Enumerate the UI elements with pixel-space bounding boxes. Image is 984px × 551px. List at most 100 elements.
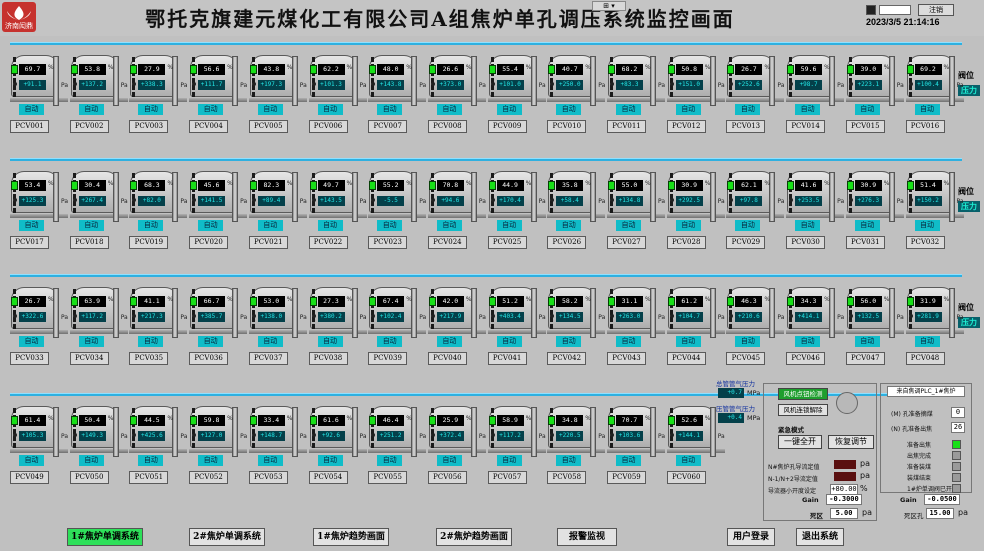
auto-mode-button[interactable]: 自动 [78, 455, 104, 466]
auto-mode-button[interactable]: 自动 [377, 455, 403, 466]
auto-mode-button[interactable]: 自动 [496, 455, 522, 466]
valve-id-button[interactable]: PCV056 [427, 471, 467, 484]
auto-mode-button[interactable]: 自动 [496, 336, 522, 347]
auto-mode-button[interactable]: 自动 [78, 336, 104, 347]
valve-id-button[interactable]: PCV041 [487, 352, 527, 365]
auto-mode-button[interactable]: 自动 [19, 455, 44, 466]
valve-id-button[interactable]: PCV031 [845, 236, 885, 249]
auto-mode-button[interactable]: 自动 [556, 336, 582, 347]
valve-id-button[interactable]: PCV039 [368, 352, 408, 365]
auto-mode-button[interactable]: 自动 [735, 220, 761, 231]
auto-mode-button[interactable]: 自动 [317, 220, 343, 231]
auto-mode-button[interactable]: 自动 [616, 220, 641, 231]
view-dropdown[interactable]: ⊞ ▾ [592, 1, 626, 11]
valve-id-button[interactable]: PCV019 [129, 236, 169, 249]
fan-check-button[interactable]: 风机点钮检测 [778, 388, 828, 400]
valve-id-button[interactable]: PCV028 [666, 236, 706, 249]
valve-id-button[interactable]: PCV043 [607, 352, 646, 365]
valve-id-button[interactable]: PCV016 [905, 120, 945, 133]
valve-id-button[interactable]: PCV037 [248, 352, 288, 365]
valve-id-button[interactable]: PCV006 [308, 120, 348, 133]
valve-id-button[interactable]: PCV012 [666, 120, 706, 133]
valve-id-button[interactable]: PCV042 [547, 352, 587, 365]
logout-button[interactable]: 注销 [918, 4, 954, 16]
valve-id-button[interactable]: PCV018 [69, 236, 109, 249]
auto-mode-button[interactable]: 自动 [198, 104, 224, 115]
valve-id-button[interactable]: PCV007 [368, 120, 408, 133]
auto-mode-button[interactable]: 自动 [138, 336, 164, 347]
auto-mode-button[interactable]: 自动 [377, 220, 403, 231]
auto-mode-button[interactable]: 自动 [854, 104, 880, 115]
auto-mode-button[interactable]: 自动 [138, 455, 164, 466]
auto-mode-button[interactable]: 自动 [795, 104, 821, 115]
auto-mode-button[interactable]: 自动 [78, 220, 104, 231]
valve-id-button[interactable]: PCV029 [726, 236, 766, 249]
valve-id-button[interactable]: PCV057 [487, 471, 527, 484]
auto-mode-button[interactable]: 自动 [19, 220, 44, 231]
auto-mode-button[interactable]: 自动 [735, 336, 761, 347]
auto-mode-button[interactable]: 自动 [556, 220, 582, 231]
valve-id-button[interactable]: PCV025 [487, 236, 527, 249]
nav-button-5[interactable]: 报警监视 [557, 528, 617, 546]
valve-id-button[interactable]: PCV053 [248, 471, 288, 484]
auto-mode-button[interactable]: 自动 [436, 104, 462, 115]
valve-id-button[interactable]: PCV038 [308, 352, 348, 365]
valve-id-button[interactable]: PCV052 [189, 471, 229, 484]
valve-id-button[interactable]: PCV020 [189, 236, 229, 249]
auto-mode-button[interactable]: 自动 [317, 336, 343, 347]
valve-id-button[interactable]: PCV036 [189, 352, 229, 365]
nav-button-6[interactable]: 用户登录 [727, 528, 775, 546]
auto-mode-button[interactable]: 自动 [795, 336, 821, 347]
auto-mode-button[interactable]: 自动 [19, 336, 44, 347]
open-all-button[interactable]: 一键全开 [778, 435, 822, 449]
auto-mode-button[interactable]: 自动 [914, 220, 940, 231]
n-hole-value[interactable]: 26 [951, 422, 965, 433]
right-deadband-value[interactable]: 15.00 [926, 508, 954, 519]
auto-mode-button[interactable]: 自动 [377, 336, 403, 347]
valve-id-button[interactable]: PCV046 [786, 352, 826, 365]
valve-id-button[interactable]: PCV051 [129, 471, 169, 484]
valve-id-button[interactable]: PCV008 [427, 120, 467, 133]
auto-mode-button[interactable]: 自动 [795, 220, 821, 231]
setpoint-n-field[interactable] [834, 460, 856, 469]
auto-mode-button[interactable]: 自动 [436, 220, 462, 231]
auto-mode-button[interactable]: 自动 [317, 104, 343, 115]
nav-button-7[interactable]: 退出系统 [796, 528, 844, 546]
valve-id-button[interactable]: PCV021 [248, 236, 288, 249]
valve-id-button[interactable]: PCV014 [786, 120, 826, 133]
auto-mode-button[interactable]: 自动 [19, 104, 44, 115]
valve-id-button[interactable]: PCV005 [248, 120, 288, 133]
fan-release-button[interactable]: 风机连锁解除 [778, 404, 828, 416]
auto-mode-button[interactable]: 自动 [198, 455, 224, 466]
valve-id-button[interactable]: PCV017 [10, 236, 49, 249]
auto-mode-button[interactable]: 自动 [616, 455, 641, 466]
valve-id-button[interactable]: PCV010 [547, 120, 587, 133]
auto-mode-button[interactable]: 自动 [675, 455, 701, 466]
auto-mode-button[interactable]: 自动 [914, 336, 940, 347]
valve-id-button[interactable]: PCV002 [69, 120, 109, 133]
auto-mode-button[interactable]: 自动 [675, 104, 701, 115]
valve-id-button[interactable]: PCV003 [129, 120, 169, 133]
auto-mode-button[interactable]: 自动 [735, 104, 761, 115]
auto-mode-button[interactable]: 自动 [317, 455, 343, 466]
valve-id-button[interactable]: PCV055 [368, 471, 408, 484]
auto-mode-button[interactable]: 自动 [78, 104, 104, 115]
auto-mode-button[interactable]: 自动 [556, 104, 582, 115]
valve-id-button[interactable]: PCV026 [547, 236, 587, 249]
valve-id-button[interactable]: PCV049 [10, 471, 49, 484]
valve-id-button[interactable]: PCV044 [666, 352, 706, 365]
setpoint-n1-field[interactable] [834, 472, 856, 481]
auto-mode-button[interactable]: 自动 [854, 336, 880, 347]
valve-id-button[interactable]: PCV024 [427, 236, 467, 249]
nav-button-2[interactable]: 2#焦炉单调系统 [189, 528, 265, 546]
deadband-value[interactable]: 5.00 [830, 508, 858, 519]
auto-mode-button[interactable]: 自动 [257, 104, 283, 115]
nav-button-1[interactable]: 1#焦炉单调系统 [67, 528, 143, 546]
valve-id-button[interactable]: PCV040 [427, 352, 467, 365]
valve-id-button[interactable]: PCV022 [308, 236, 348, 249]
gain-value[interactable]: -0.3000 [826, 494, 862, 505]
valve-id-button[interactable]: PCV058 [547, 471, 587, 484]
valve-id-button[interactable]: PCV045 [726, 352, 766, 365]
valve-id-button[interactable]: PCV034 [69, 352, 109, 365]
auto-mode-button[interactable]: 自动 [257, 336, 283, 347]
